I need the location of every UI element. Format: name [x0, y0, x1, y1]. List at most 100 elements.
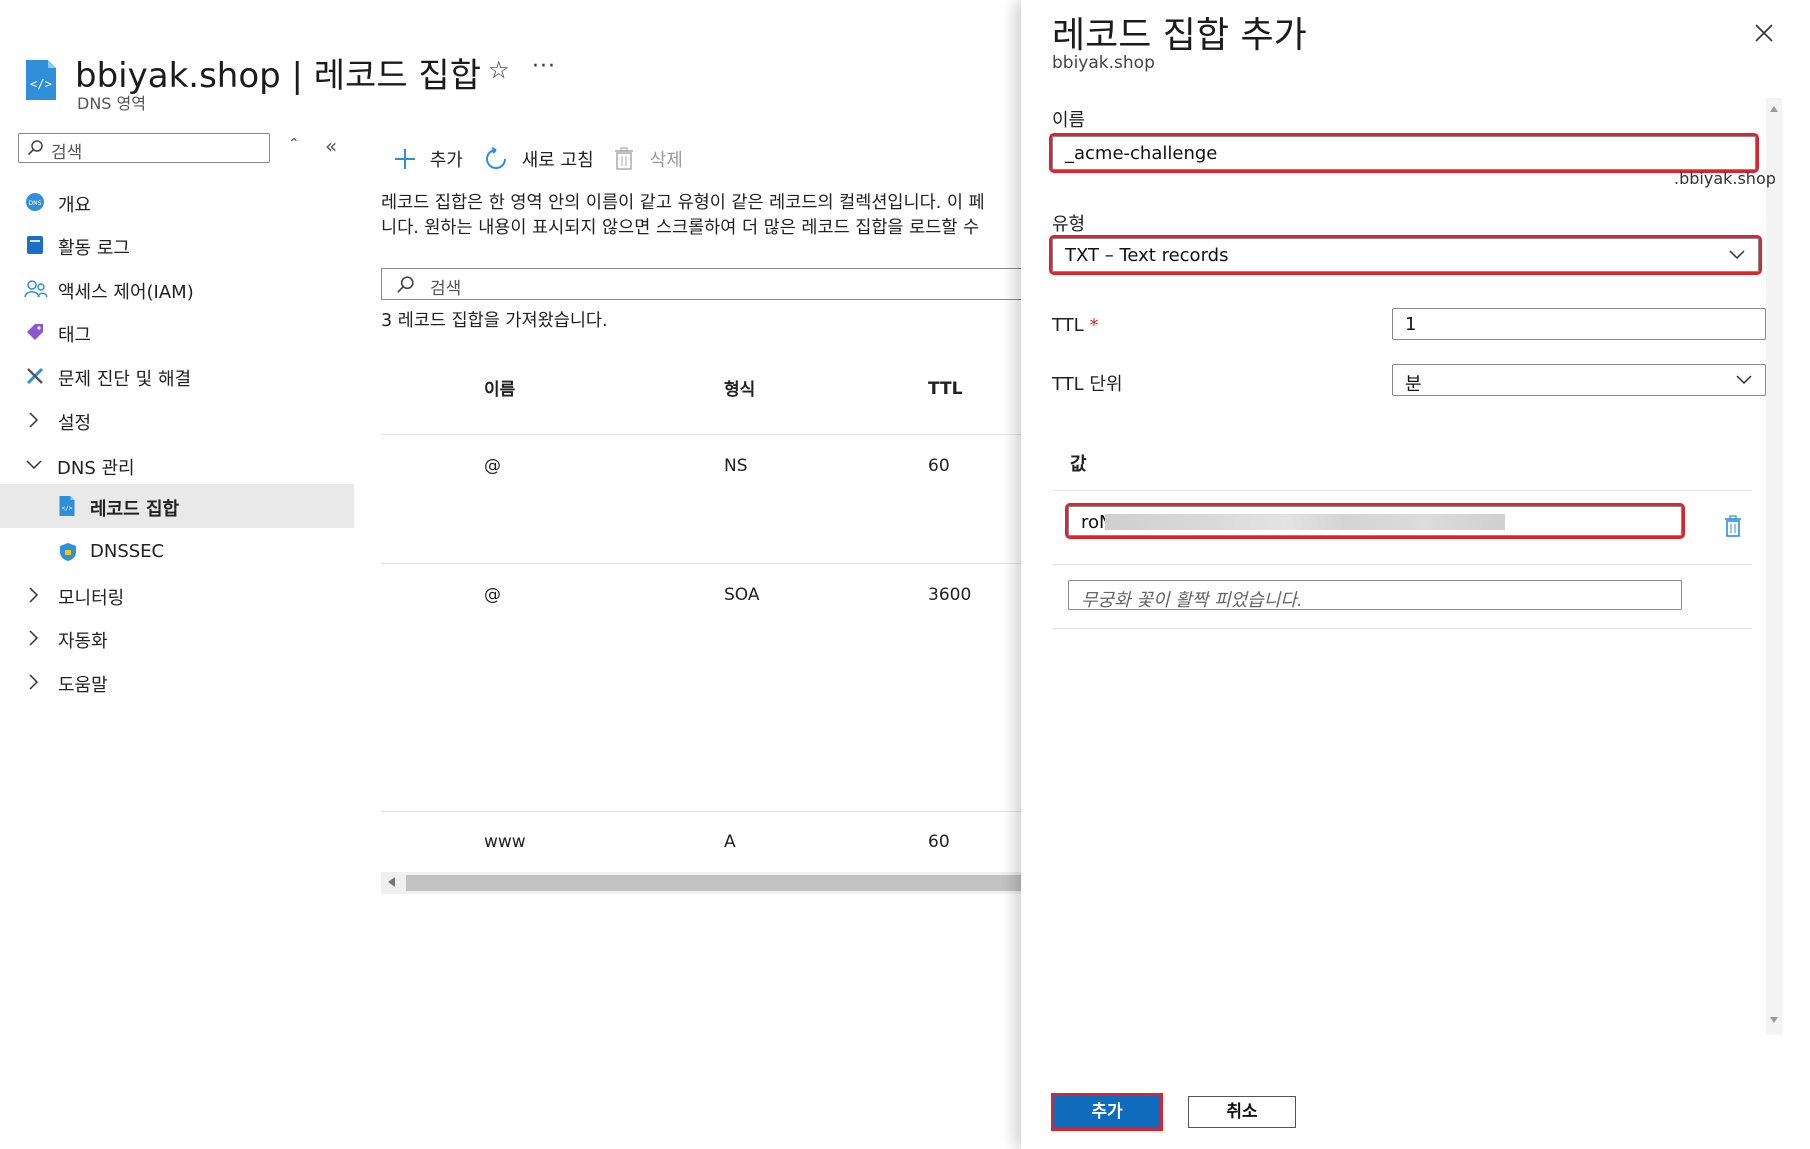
row-name[interactable]: www — [484, 832, 526, 852]
chevron-right-icon — [27, 673, 39, 690]
row-ttl: 3600 — [928, 585, 972, 605]
description-text: 레코드 집합은 한 영역 안의 이름이 같고 유형이 같은 레코드의 컬렉션입니… — [381, 191, 1021, 241]
records-search-input[interactable]: 검색 — [381, 268, 1041, 300]
column-header-name[interactable]: 이름 — [484, 375, 515, 400]
sidebar-search-placeholder: 검색 — [51, 143, 83, 163]
sidebar-item-label: 도움말 — [58, 675, 108, 696]
ttl-label-text: TTL — [1052, 315, 1084, 336]
sidebar-item-activity-log[interactable]: 활동 로그 — [0, 225, 354, 265]
sidebar-item-label: 레코드 집합 — [90, 499, 180, 520]
sidebar-item-automation[interactable]: 자동화 — [0, 618, 354, 658]
horizontal-scrollbar[interactable] — [381, 872, 1021, 894]
add-record-button[interactable]: 추가 — [1051, 1093, 1163, 1131]
close-icon[interactable] — [1753, 22, 1775, 44]
sidebar-item-label: 활동 로그 — [58, 238, 130, 259]
ttl-unit-label: TTL 단위 — [1052, 374, 1123, 395]
sidebar-item-label: DNS 관리 — [57, 458, 135, 479]
trash-icon — [614, 147, 634, 171]
sidebar-item-settings[interactable]: 설정 — [0, 400, 354, 440]
sidebar-item-dns-management[interactable]: DNS 관리 — [0, 445, 354, 485]
sidebar-item-help[interactable]: 도움말 — [0, 662, 354, 702]
sidebar-item-tags[interactable]: 태그 — [0, 312, 354, 352]
search-icon — [27, 140, 43, 156]
refresh-button-label: 새로 고침 — [521, 150, 594, 171]
sidebar-item-diagnose[interactable]: 문제 진단 및 해결 — [0, 356, 354, 396]
value-header-divider — [1052, 490, 1752, 491]
required-marker: * — [1089, 315, 1099, 336]
scroll-up-icon[interactable] — [1770, 106, 1778, 112]
star-icon[interactable]: ☆ — [488, 56, 510, 84]
sidebar-item-iam[interactable]: 액세스 제어(IAM) — [0, 269, 354, 309]
name-input[interactable]: _acme-challenge — [1049, 133, 1759, 173]
sidebar-item-label: 액세스 제어(IAM) — [58, 282, 194, 303]
row-type: A — [724, 832, 736, 852]
sidebar-item-label: DNSSEC — [90, 541, 165, 562]
table-spacer — [381, 812, 1021, 832]
svg-text:</>: </> — [30, 77, 52, 91]
record-count-text: 3 레코드 집합을 가져왔습니다. — [381, 311, 608, 331]
value-row-divider — [1052, 564, 1752, 565]
row-type: NS — [724, 456, 748, 476]
redacted-value — [1105, 514, 1505, 530]
scroll-down-icon[interactable] — [1770, 1017, 1778, 1023]
row-name[interactable]: @ — [484, 585, 501, 605]
svg-text:</>: </> — [62, 505, 73, 512]
panel-subtitle: bbiyak.shop — [1052, 53, 1155, 73]
delete-button-label: 삭제 — [649, 150, 683, 171]
column-header-ttl[interactable]: TTL — [928, 379, 962, 399]
chevron-right-icon — [27, 586, 39, 603]
ttl-unit-dropdown[interactable]: 분 — [1392, 364, 1766, 396]
records-search-placeholder: 검색 — [430, 279, 462, 299]
column-header-type[interactable]: 형식 — [724, 375, 755, 400]
scrollbar-thumb[interactable] — [406, 875, 1021, 891]
ttl-input[interactable]: 1 — [1392, 308, 1766, 340]
chevron-down-icon — [1728, 249, 1746, 261]
plus-icon — [394, 148, 416, 170]
dns-zone-icon: </> — [24, 58, 58, 102]
name-suffix: .bbiyak.shop — [1674, 169, 1776, 188]
more-button[interactable]: ··· — [532, 54, 556, 79]
description-line-2: 니다. 원하는 내용이 표시되지 않으면 스크롤하여 더 많은 레코드 집합을 … — [381, 218, 980, 238]
ttl-label: TTL * — [1052, 315, 1098, 336]
sort-updown-icon[interactable]: ⌃ — [288, 136, 300, 152]
sidebar-item-label: 태그 — [58, 325, 92, 346]
row-divider — [381, 563, 1021, 564]
name-input-value: _acme-challenge — [1065, 143, 1218, 164]
new-value-input[interactable]: 무궁화 꽃이 활짝 피었습니다. — [1068, 580, 1682, 611]
ttl-input-value: 1 — [1405, 314, 1417, 335]
sidebar-item-label: 모니터링 — [58, 588, 125, 609]
sidebar-item-dnssec[interactable]: DNSSEC — [0, 532, 354, 572]
shield-icon — [59, 542, 77, 562]
value-input[interactable]: roN — [1065, 503, 1685, 539]
sidebar-search-input[interactable]: 검색 — [18, 133, 270, 163]
refresh-icon — [484, 147, 508, 171]
description-line-1: 레코드 집합은 한 영역 안의 이름이 같고 유형이 같은 레코드의 컬렉션입니… — [381, 193, 985, 213]
name-label: 이름 — [1052, 110, 1086, 131]
row-name[interactable]: @ — [484, 456, 501, 476]
chevron-right-icon — [27, 411, 39, 428]
scroll-left-icon[interactable] — [388, 877, 395, 887]
delete-button[interactable]: 삭제 — [614, 146, 683, 172]
row-ttl: 60 — [928, 456, 950, 476]
cancel-button[interactable]: 취소 — [1188, 1096, 1296, 1128]
row-type: SOA — [724, 585, 760, 605]
type-dropdown-value: TXT – Text records — [1065, 245, 1229, 266]
sidebar-item-record-sets[interactable]: </> 레코드 집합 — [0, 484, 354, 528]
type-dropdown[interactable]: TXT – Text records — [1049, 235, 1762, 275]
sidebar-item-overview[interactable]: DNS 개요 — [0, 182, 354, 222]
record-set-icon: </> — [58, 495, 76, 517]
log-icon — [26, 235, 44, 255]
sidebar-item-monitoring[interactable]: 모니터링 — [0, 575, 354, 615]
wrench-icon — [25, 366, 45, 386]
add-button[interactable]: 추가 — [394, 146, 463, 172]
people-icon — [24, 279, 48, 299]
sidebar-item-label: 설정 — [58, 413, 92, 434]
page-subtitle: DNS 영역 — [77, 94, 146, 113]
sidebar-item-label: 자동화 — [58, 631, 108, 652]
collapse-sidebar-icon[interactable]: « — [325, 134, 337, 158]
panel-vertical-scrollbar[interactable] — [1766, 98, 1782, 1035]
delete-value-icon[interactable] — [1724, 515, 1742, 537]
header-divider — [381, 434, 1021, 435]
row-ttl: 60 — [928, 832, 950, 852]
refresh-button[interactable]: 새로 고침 — [484, 146, 594, 172]
